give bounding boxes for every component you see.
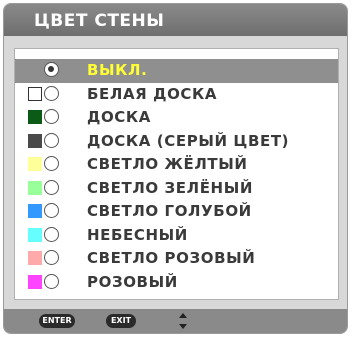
radio-button[interactable]: [44, 132, 59, 148]
wall-color-option[interactable]: СВЕТЛО ЗЕЛЁНЫЙ: [15, 177, 338, 201]
wall-color-option[interactable]: ДОСКА (СЕРЫЙ ЦВЕТ): [15, 130, 338, 154]
radio-button[interactable]: [44, 203, 59, 218]
color-swatch: [28, 227, 42, 242]
radio-button[interactable]: [44, 226, 59, 242]
up-down-arrows-icon: [179, 313, 187, 329]
option-label: РОЗОВЫЙ: [87, 272, 178, 291]
wall-color-option[interactable]: БЕЛАЯ ДОСКА: [15, 83, 338, 107]
option-label: БЕЛАЯ ДОСКА: [87, 84, 218, 103]
options-panel: ВЫКЛ. БЕЛАЯ ДОСКА ДОСКА ДОСКА (СЕРЫЙ ЦВЕТ) С…: [14, 48, 339, 300]
footer-bar: ENTER EXIT: [4, 309, 347, 333]
radio-button[interactable]: [44, 250, 59, 265]
wall-color-option[interactable]: СВЕТЛО ГОЛУБОЙ: [15, 200, 338, 224]
wall-color-option[interactable]: ДОСКА: [15, 106, 338, 130]
wall-color-options-list: ВЫКЛ. БЕЛАЯ ДОСКА ДОСКА ДОСКА (СЕРЫЙ ЦВЕТ) С…: [15, 59, 338, 294]
wall-color-option[interactable]: НЕБЕСНЫЙ: [15, 224, 338, 248]
wall-color-option[interactable]: СВЕТЛО ЖЁЛТЫЙ: [15, 153, 338, 177]
radio-button[interactable]: [44, 85, 59, 101]
radio-button[interactable]: [44, 109, 59, 124]
color-swatch: [28, 133, 42, 148]
color-swatch: [28, 86, 42, 101]
color-swatch: [28, 180, 42, 195]
color-swatch: [28, 274, 42, 289]
option-label: ДОСКА: [87, 108, 151, 126]
color-swatch: [28, 251, 42, 265]
enter-button[interactable]: ENTER: [39, 314, 75, 328]
wall-color-option[interactable]: ВЫКЛ.: [15, 59, 338, 83]
color-swatch: [28, 157, 42, 171]
wall-color-option[interactable]: СВЕТЛО РОЗОВЫЙ: [15, 247, 338, 271]
wall-color-option[interactable]: РОЗОВЫЙ: [15, 271, 338, 295]
wall-color-dialog: ЦВЕТ СТЕНЫ ВЫКЛ. БЕЛАЯ ДОСКА ДОСКА ДОСКА (С…: [3, 3, 348, 334]
option-label: ДОСКА (СЕРЫЙ ЦВЕТ): [87, 131, 290, 150]
option-label: СВЕТЛО ГОЛУБОЙ: [87, 202, 252, 220]
option-label: ВЫКЛ.: [87, 61, 148, 79]
radio-button[interactable]: [44, 273, 59, 289]
option-label: СВЕТЛО ЖЁЛТЫЙ: [87, 155, 248, 173]
radio-button[interactable]: [44, 62, 59, 77]
option-label: НЕБЕСНЫЙ: [87, 225, 188, 244]
radio-button[interactable]: [44, 179, 59, 195]
color-swatch: [28, 110, 42, 124]
exit-button[interactable]: EXIT: [106, 314, 136, 328]
option-label: СВЕТЛО РОЗОВЫЙ: [87, 249, 256, 267]
radio-button[interactable]: [44, 156, 59, 171]
option-label: СВЕТЛО ЗЕЛЁНЫЙ: [87, 178, 254, 197]
color-swatch: [28, 204, 42, 218]
dialog-title: ЦВЕТ СТЕНЫ: [4, 4, 347, 36]
